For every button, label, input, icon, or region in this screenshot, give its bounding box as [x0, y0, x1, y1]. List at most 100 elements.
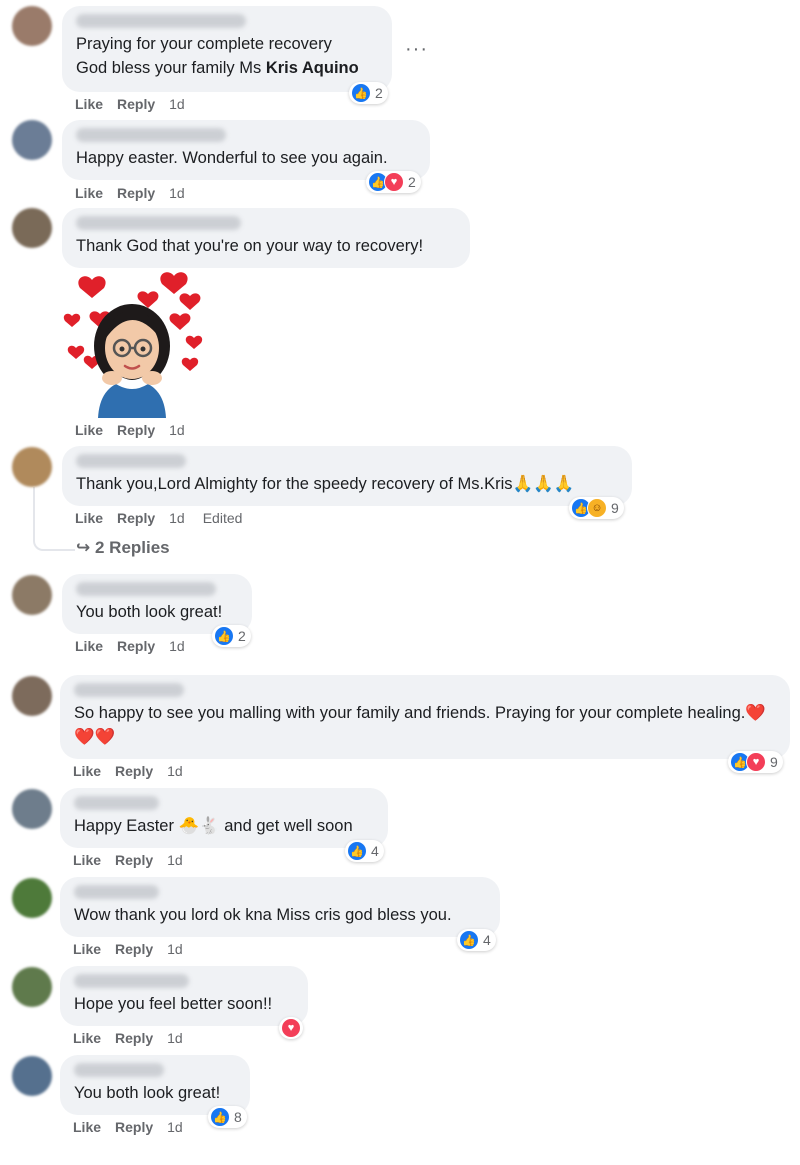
reaction-count: 2: [238, 628, 246, 644]
comment-bubble: Thank you,Lord Almighty for the speedy r…: [62, 446, 632, 506]
reaction-count: 2: [408, 174, 416, 190]
love-reaction-icon: ♥: [281, 1018, 301, 1038]
avatar[interactable]: [12, 878, 52, 918]
reply-button[interactable]: Reply: [115, 852, 153, 868]
comment-text: Hope you feel better soon!!: [74, 995, 273, 1013]
comment-text: You both look great!: [74, 1084, 221, 1102]
like-reaction-icon: 👍: [351, 83, 371, 103]
like-reaction-icon: 👍: [214, 626, 234, 646]
comment-actions: Like Reply 1d: [73, 941, 197, 957]
commenter-name-blurred[interactable]: [74, 683, 184, 697]
like-button[interactable]: Like: [73, 763, 101, 779]
like-button[interactable]: Like: [73, 1030, 101, 1046]
commenter-name-blurred[interactable]: [74, 974, 189, 988]
like-button[interactable]: Like: [73, 1119, 101, 1135]
reply-arrow-icon: ↪: [76, 538, 91, 557]
comment-bubble: Happy Easter 🐣🐇 and get well soon: [60, 788, 388, 848]
comment-actions: Like Reply 1d: [73, 852, 197, 868]
reaction-summary[interactable]: 👍 4: [345, 840, 384, 862]
replies-count-label: 2 Replies: [94, 538, 170, 557]
love-reaction-icon: ♥: [746, 752, 766, 772]
edited-label: Edited: [202, 510, 243, 526]
comment-actions: Like Reply 1d Edited: [75, 510, 256, 526]
comment-actions: Like Reply 1d: [75, 638, 199, 654]
avatar[interactable]: [12, 447, 52, 487]
timestamp[interactable]: 1d: [167, 763, 183, 779]
commenter-name-blurred[interactable]: [76, 128, 226, 142]
like-button[interactable]: Like: [75, 185, 103, 201]
avatar[interactable]: [12, 676, 52, 716]
more-options-icon[interactable]: ···: [405, 38, 428, 61]
timestamp[interactable]: 1d: [169, 510, 185, 526]
like-button[interactable]: Like: [73, 941, 101, 957]
avatar[interactable]: [12, 208, 52, 248]
reaction-summary[interactable]: 👍 8: [208, 1106, 247, 1128]
avatar-sticker-image: [63, 272, 203, 418]
reaction-summary[interactable]: 👍 2: [212, 625, 251, 647]
commenter-name-blurred[interactable]: [74, 885, 159, 899]
reaction-summary[interactable]: ♥: [279, 1017, 303, 1039]
avatar[interactable]: [12, 1056, 52, 1096]
avatar[interactable]: [12, 575, 52, 615]
reply-button[interactable]: Reply: [115, 1030, 153, 1046]
comment-actions: Like Reply 1d: [75, 422, 199, 438]
reply-button[interactable]: Reply: [117, 96, 155, 112]
commenter-name-blurred[interactable]: [76, 454, 186, 468]
avatar[interactable]: [12, 967, 52, 1007]
comment-actions: Like Reply 1d: [73, 1119, 197, 1135]
reply-button[interactable]: Reply: [117, 638, 155, 654]
avatar[interactable]: [12, 789, 52, 829]
reply-button[interactable]: Reply: [117, 510, 155, 526]
reply-button[interactable]: Reply: [115, 1119, 153, 1135]
timestamp[interactable]: 1d: [167, 852, 183, 868]
timestamp[interactable]: 1d: [167, 1030, 183, 1046]
reaction-count: 8: [234, 1109, 242, 1125]
reaction-count: 9: [611, 500, 619, 516]
reaction-count: 4: [371, 843, 379, 859]
comment-text: Thank you,Lord Almighty for the speedy r…: [76, 475, 575, 493]
reply-button[interactable]: Reply: [115, 941, 153, 957]
like-button[interactable]: Like: [75, 96, 103, 112]
reply-button[interactable]: Reply: [115, 763, 153, 779]
view-replies-link[interactable]: ↪ 2 Replies: [76, 538, 170, 558]
comment-text: Thank God that you're on your way to rec…: [76, 237, 424, 255]
reaction-summary[interactable]: 👍 2: [349, 82, 388, 104]
comment-actions: Like Reply 1d: [75, 96, 199, 112]
avatar[interactable]: [12, 6, 52, 46]
comment-text: You both look great!: [76, 603, 223, 621]
like-reaction-icon: 👍: [347, 841, 367, 861]
like-reaction-icon: 👍: [210, 1107, 230, 1127]
reaction-summary[interactable]: 👍 ♥ 2: [366, 171, 421, 193]
timestamp[interactable]: 1d: [169, 422, 185, 438]
commenter-name-blurred[interactable]: [74, 796, 159, 810]
commenter-name-blurred[interactable]: [76, 582, 216, 596]
commenter-name-blurred[interactable]: [76, 216, 241, 230]
like-button[interactable]: Like: [75, 638, 103, 654]
timestamp[interactable]: 1d: [167, 1119, 183, 1135]
timestamp[interactable]: 1d: [169, 96, 185, 112]
comment-bubble: Thank God that you're on your way to rec…: [62, 208, 470, 268]
like-button[interactable]: Like: [75, 422, 103, 438]
timestamp[interactable]: 1d: [169, 185, 185, 201]
comment-bubble: Hope you feel better soon!!: [60, 966, 308, 1026]
reaction-summary[interactable]: 👍 ♥ 9: [728, 751, 783, 773]
avatar[interactable]: [12, 120, 52, 160]
timestamp[interactable]: 1d: [169, 638, 185, 654]
comment-actions: Like Reply 1d: [73, 1030, 197, 1046]
comment-text: Praying for your complete recovery God b…: [76, 35, 359, 77]
reaction-summary[interactable]: 👍 ☺ 9: [569, 497, 624, 519]
comment-bubble: Wow thank you lord ok kna Miss cris god …: [60, 877, 500, 937]
comment-text: Happy Easter 🐣🐇 and get well soon: [74, 817, 353, 835]
comment-text: Happy easter. Wonderful to see you again…: [76, 149, 388, 167]
commenter-name-blurred[interactable]: [76, 14, 246, 28]
like-button[interactable]: Like: [73, 852, 101, 868]
like-button[interactable]: Like: [75, 510, 103, 526]
reply-button[interactable]: Reply: [117, 185, 155, 201]
commenter-name-blurred[interactable]: [74, 1063, 164, 1077]
reaction-summary[interactable]: 👍 4: [457, 929, 496, 951]
care-reaction-icon: ☺: [587, 498, 607, 518]
reply-button[interactable]: Reply: [117, 422, 155, 438]
like-reaction-icon: 👍: [459, 930, 479, 950]
timestamp[interactable]: 1d: [167, 941, 183, 957]
mention-link[interactable]: Kris Aquino: [266, 59, 359, 77]
